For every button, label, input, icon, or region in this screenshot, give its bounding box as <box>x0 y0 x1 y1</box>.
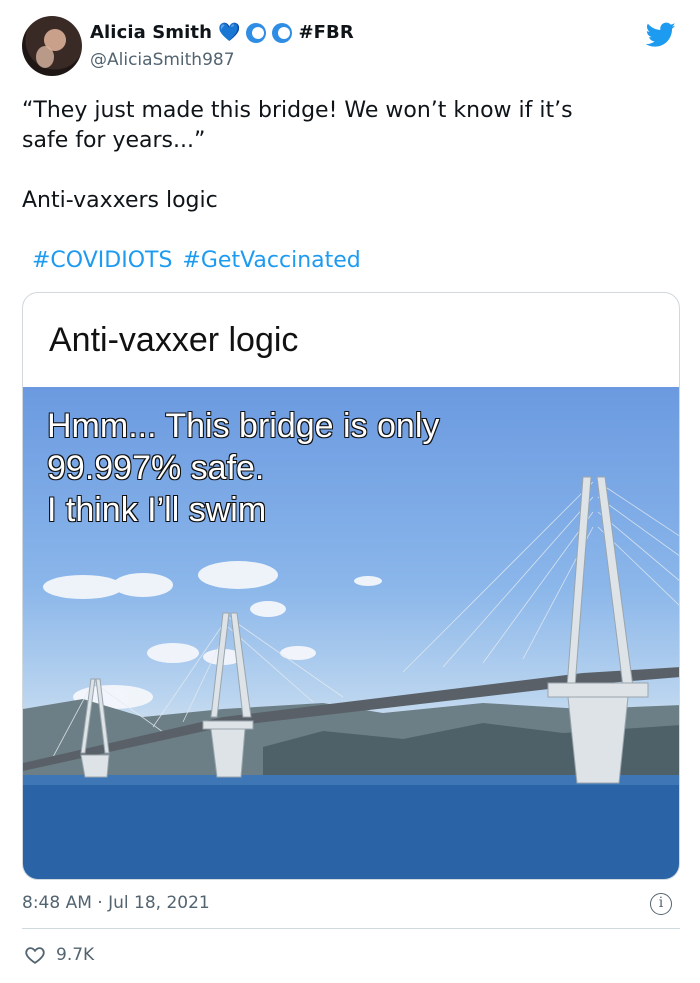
meme-caption: Hmm... This bridge is only 99.997% safe.… <box>46 405 440 531</box>
meme-caption-line: Hmm... This bridge is only <box>46 406 440 446</box>
info-icon[interactable]: i <box>650 893 672 915</box>
hashtag-link[interactable]: #COVIDIOTS <box>32 248 172 273</box>
heart-icon <box>25 947 45 964</box>
tweet-text: “They just made this bridge! We won’t kn… <box>22 96 672 246</box>
like-button[interactable]: 9.7K <box>24 944 94 966</box>
media-title: Anti-vaxxer logic <box>49 321 299 359</box>
tweet-timestamp[interactable]: 8:48 AM · Jul 18, 2021 <box>22 893 210 913</box>
avatar[interactable] <box>22 16 82 76</box>
author-display-name[interactable]: Alicia Smith <box>90 22 212 43</box>
wave-emoji-icon <box>272 22 293 43</box>
tweet-paragraph: “They just made this bridge! We won’t kn… <box>22 98 573 153</box>
blue-heart-emoji: 💙 <box>218 21 241 43</box>
author-row: Alicia Smith 💙 #FBR <box>90 22 354 43</box>
media-card[interactable]: Anti-vaxxer logic Hmm... This bridge is … <box>22 292 680 880</box>
divider <box>22 928 680 929</box>
bridge-photo[interactable]: Hmm... This bridge is only 99.997% safe.… <box>23 387 679 879</box>
hashtag-list: #COVIDIOTS #GetVaccinated <box>32 248 361 273</box>
author-handle[interactable]: @AliciaSmith987 <box>90 50 235 70</box>
hashtag-link[interactable]: #GetVaccinated <box>182 248 360 273</box>
author-tag: #FBR <box>298 22 354 43</box>
like-count: 9.7K <box>56 945 95 965</box>
meme-caption-line: 99.997% safe. <box>46 448 265 488</box>
twitter-bird-icon[interactable] <box>646 22 676 48</box>
wave-emoji-icon <box>246 22 267 43</box>
meme-caption-line: I think I’ll swim <box>46 490 267 530</box>
tweet-paragraph: Anti-vaxxers logic <box>22 188 218 213</box>
